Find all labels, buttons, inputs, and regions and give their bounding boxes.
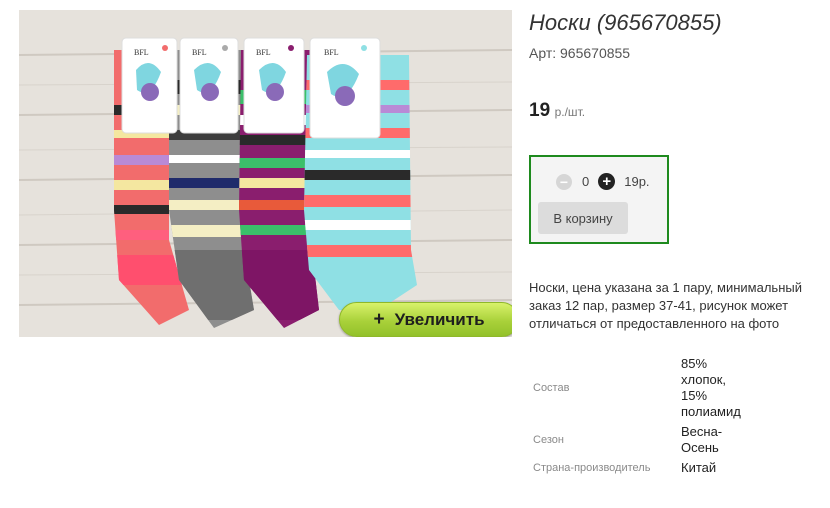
property-row: Состав 85% хлопок, 15% полиамид <box>529 354 751 422</box>
property-value: 85% хлопок, 15% полиамид <box>681 356 741 419</box>
quantity-stepper: − 0 + 19р. <box>556 173 650 190</box>
svg-text:BFL: BFL <box>324 48 339 57</box>
svg-text:BFL: BFL <box>256 48 271 57</box>
price-value: 19 <box>529 100 551 121</box>
zoom-button[interactable]: + Увеличить <box>339 302 512 337</box>
property-label: Страна-производитель <box>533 462 651 474</box>
svg-text:BFL: BFL <box>134 48 149 57</box>
zoom-button-label: Увеличить <box>394 309 485 329</box>
product-sku: Арт: 965670855 <box>529 45 631 61</box>
product-title: Носки (965670855) <box>529 10 722 35</box>
properties-table: Состав 85% хлопок, 15% полиамид Сезон Ве… <box>529 354 751 478</box>
plus-icon[interactable]: + <box>598 173 616 190</box>
property-label: Сезон <box>533 434 564 446</box>
socks-image: BFL BFL BFL BFL <box>19 10 512 337</box>
price-unit: р./шт. <box>554 105 586 119</box>
property-value: Китай <box>681 460 717 475</box>
product-price: 19 р./шт. <box>529 100 585 122</box>
minus-icon[interactable]: − <box>556 173 572 190</box>
property-row: Страна-производитель Китай <box>529 458 751 478</box>
plus-icon: + <box>373 308 385 330</box>
property-row: Сезон Весна-Осень <box>529 422 751 458</box>
product-description: Носки, цена указана за 1 пару, минимальн… <box>529 280 802 331</box>
svg-text:BFL: BFL <box>192 48 207 57</box>
line-total: 19р. <box>624 174 650 189</box>
property-value: Весна-Осень <box>681 424 723 455</box>
cart-box: − 0 + 19р. В корзину <box>529 155 669 244</box>
product-photo[interactable]: BFL BFL BFL BFL + Увеличить <box>19 10 512 337</box>
quantity-value[interactable]: 0 <box>582 174 589 189</box>
add-to-cart-button[interactable]: В корзину <box>538 202 628 234</box>
property-label: Состав <box>533 382 570 394</box>
